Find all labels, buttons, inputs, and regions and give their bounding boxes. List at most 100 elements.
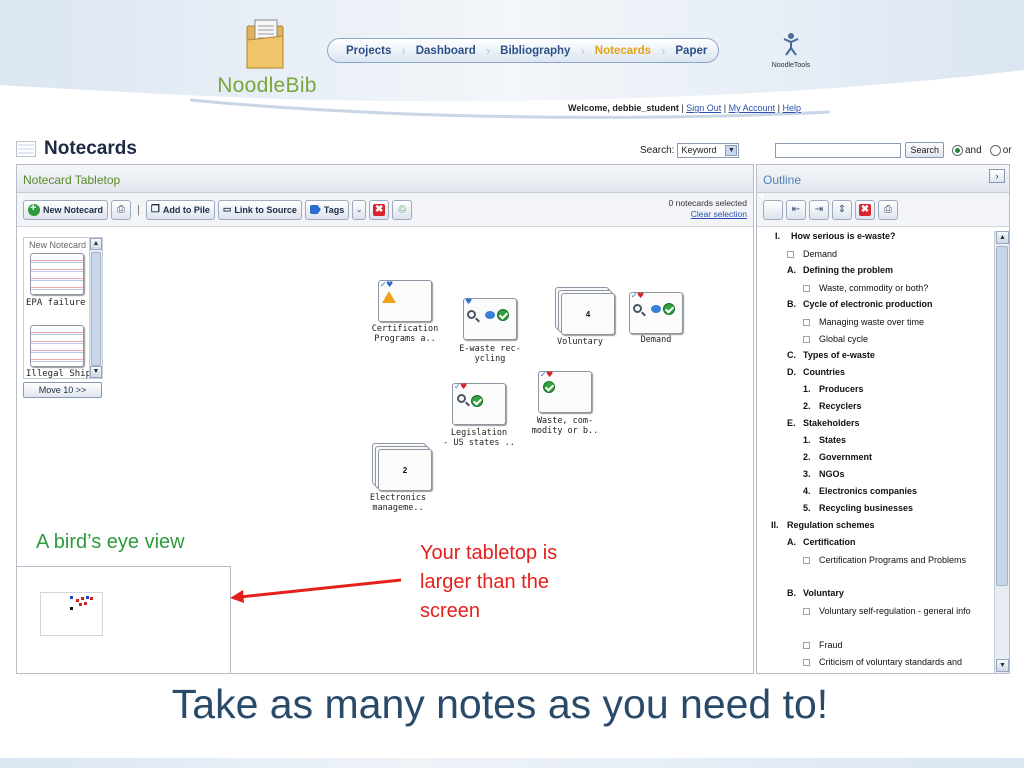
note-checkbox-icon[interactable] — [803, 557, 810, 564]
nav-paper[interactable]: Paper — [665, 45, 717, 57]
collapse-panel-button[interactable]: › — [989, 169, 1005, 183]
outline-topic[interactable]: D. Countries — [787, 367, 845, 377]
trash-icon: ♲ — [397, 204, 408, 216]
print-button[interactable]: ⎙ — [111, 199, 132, 220]
scroll-down-icon[interactable]: ▼ — [996, 659, 1009, 672]
outline-note[interactable]: Global cycle — [819, 331, 977, 347]
note-checkbox-icon[interactable] — [803, 642, 810, 649]
outline-topic[interactable]: 1. Producers — [803, 384, 864, 394]
outline-topic[interactable]: 3. NGOs — [803, 469, 845, 479]
notecard[interactable]: 2 — [378, 449, 432, 491]
sign-out-link[interactable]: Sign Out — [686, 103, 721, 113]
outline-topic[interactable]: II. Regulation schemes — [771, 520, 875, 530]
search-button[interactable]: Search — [905, 142, 944, 158]
outline-topic[interactable]: A. Certification — [787, 537, 856, 547]
indent-button[interactable]: ⇥ — [809, 199, 829, 220]
notecard[interactable]: ✓ ♥ — [538, 370, 592, 413]
outline-topic[interactable]: I. How serious is e-waste? — [775, 231, 896, 241]
outline-note[interactable]: Managing waste over time — [819, 314, 977, 330]
link-to-source-button[interactable]: ▭ Link to Source — [217, 199, 302, 220]
tags-button[interactable]: Tags — [304, 199, 350, 220]
tags-label: Tags — [323, 204, 345, 215]
outline-topic[interactable]: 5. Recycling businesses — [803, 503, 913, 513]
move-button[interactable]: Move 10 >> — [23, 382, 102, 398]
delete-button[interactable]: ✖ — [369, 199, 390, 220]
outline-topic-label: Electronics companies — [819, 486, 918, 496]
radio-and[interactable] — [952, 144, 963, 156]
outline-topic[interactable]: A. Defining the problem — [787, 265, 893, 275]
outline-topic[interactable]: 1. States — [803, 435, 846, 445]
outline-note[interactable]: Waste, commodity or both? — [819, 280, 977, 296]
outline-note[interactable]: Fraud — [819, 637, 977, 653]
my-account-link[interactable]: My Account — [729, 103, 776, 113]
noodletools-logo[interactable]: NoodleTools — [760, 32, 822, 72]
notecard-label: Voluntary — [556, 337, 604, 347]
trash-button[interactable]: ♲ — [392, 199, 413, 220]
nav-dashboard[interactable]: Dashboard — [406, 45, 486, 57]
outline-marker: 4. — [803, 486, 811, 496]
outline-note[interactable]: Demand — [803, 246, 977, 262]
strip-scrollbar[interactable]: ▲ ▼ — [89, 238, 102, 378]
outline-scrollbar[interactable]: ▲ ▼ — [994, 231, 1009, 673]
scroll-up-icon[interactable]: ▲ — [996, 231, 1009, 244]
outline-note[interactable]: Criticism of voluntary standards and — [819, 654, 977, 670]
outline-note[interactable]: Voluntary self-regulation - general info — [819, 603, 977, 619]
notecard[interactable]: ✓ ♥ — [378, 280, 432, 322]
minimap-card — [86, 596, 89, 599]
note-checkbox-icon[interactable] — [803, 608, 810, 615]
outline-topic[interactable]: C. Types of e-waste — [787, 350, 875, 360]
delete-icon: ✖ — [373, 203, 386, 216]
add-topic-button[interactable] — [763, 199, 783, 220]
nav-projects[interactable]: Projects — [336, 45, 401, 57]
birds-eye-viewport[interactable] — [40, 592, 103, 636]
search-label: Search: — [640, 144, 675, 156]
strip-notecard[interactable] — [30, 325, 84, 367]
outline-topic[interactable]: B. Cycle of electronic production — [787, 299, 933, 309]
minimap-card — [79, 603, 82, 606]
scroll-thumb[interactable] — [996, 246, 1008, 586]
help-link[interactable]: Help — [782, 103, 801, 113]
note-checkbox-icon[interactable] — [803, 285, 810, 292]
welcome-text: Welcome, debbie_student — [568, 103, 679, 113]
new-notecard-strip: New Notecard EPA failure Illegal Ship- ▲… — [23, 237, 103, 379]
person-icon — [783, 33, 799, 56]
new-notecard-button[interactable]: New Notecard — [23, 199, 109, 220]
strip-notecard[interactable] — [30, 253, 84, 295]
notecard[interactable]: ✓ ♥ — [452, 382, 506, 425]
outline-topic[interactable]: 2. Government — [803, 452, 872, 462]
notecard[interactable]: ♥ — [463, 297, 517, 340]
clear-selection-link[interactable]: Clear selection — [669, 209, 747, 220]
outline-topic[interactable]: 4. Electronics companies — [803, 486, 917, 496]
delete-topic-button[interactable]: ✖ — [855, 199, 875, 220]
nav-notecards[interactable]: Notecards — [585, 45, 661, 57]
scroll-thumb[interactable] — [91, 252, 101, 366]
outline-note[interactable]: Certification Programs and Problems — [819, 552, 977, 568]
scroll-up-icon[interactable]: ▲ — [90, 238, 102, 250]
pile-count: 4 — [585, 310, 591, 319]
tabletop-toolbar: New Notecard ⎙ | ❐ Add to Pile ▭ Link to… — [17, 193, 753, 227]
search-input[interactable] — [775, 142, 902, 158]
note-checkbox-icon[interactable] — [803, 319, 810, 326]
outline-topic[interactable]: E. Stakeholders — [787, 418, 860, 428]
scroll-down-icon[interactable]: ▼ — [90, 366, 102, 378]
nav-bibliography[interactable]: Bibliography — [490, 45, 580, 57]
move-up-down-button[interactable]: ⇕ — [832, 199, 852, 220]
notecard[interactable]: ✓ ♥ — [629, 291, 683, 334]
chevron-right-icon: › — [995, 171, 999, 181]
outline-marker: 1. — [803, 435, 811, 445]
outline-topic[interactable]: B. Voluntary — [787, 588, 844, 598]
outline-topic[interactable]: 2. Recyclers — [803, 401, 862, 411]
note-checkbox-icon[interactable] — [803, 336, 810, 343]
outline-marker: I. — [775, 231, 781, 241]
print-outline-button[interactable]: ⎙ — [878, 199, 898, 220]
noodlebib-logo[interactable]: NoodleBib — [212, 14, 322, 100]
note-checkbox-icon[interactable] — [787, 251, 794, 258]
outdent-button[interactable]: ⇤ — [786, 199, 806, 220]
tags-dropdown-button[interactable]: ⌄ — [352, 199, 367, 220]
notecard[interactable]: 4 — [561, 293, 615, 335]
outline-topic-label: Certification — [803, 537, 856, 547]
note-checkbox-icon[interactable] — [803, 659, 810, 666]
radio-or[interactable] — [989, 144, 1001, 156]
add-to-pile-button[interactable]: ❐ Add to Pile — [145, 199, 215, 220]
search-scope-select[interactable]: Keyword ▼ — [677, 142, 740, 158]
